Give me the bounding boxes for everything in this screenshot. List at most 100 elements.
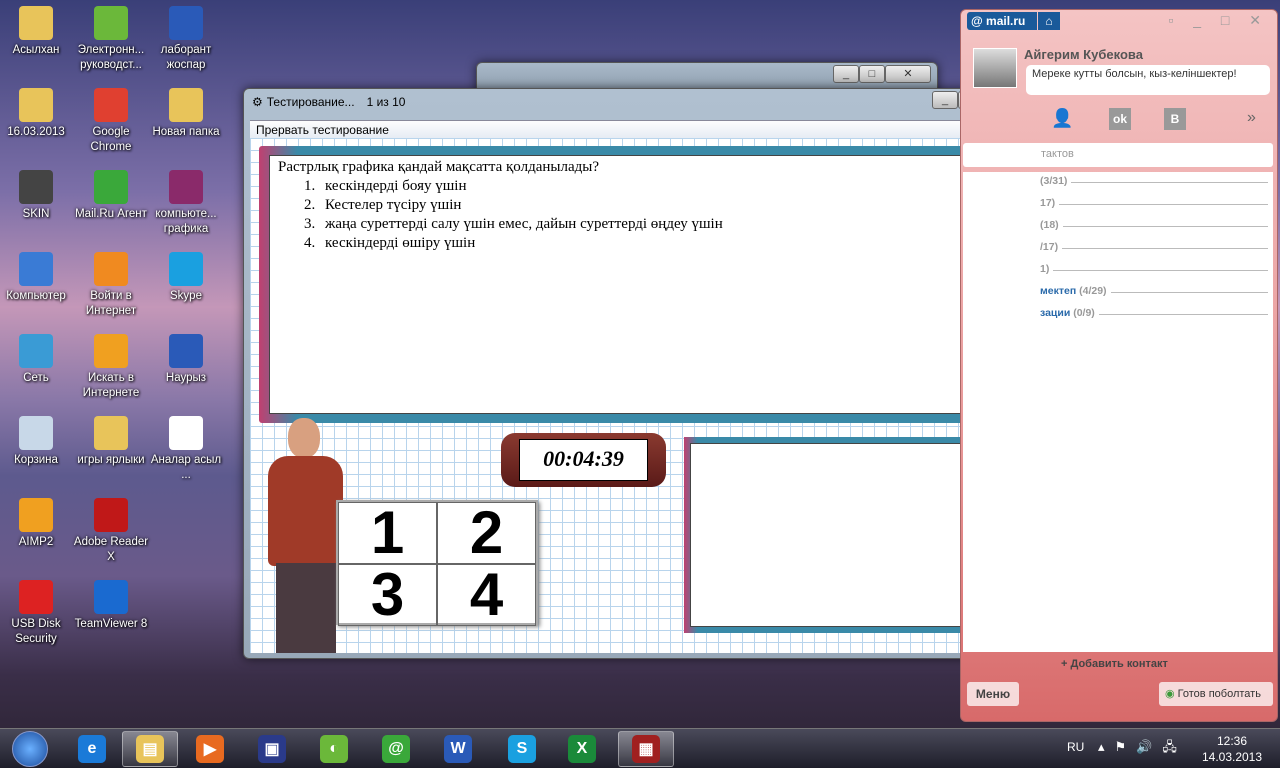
word-icon: W [444,735,472,763]
answer-option: 3. жаңа суреттерді салу үшін емес, дайын … [304,216,723,232]
menu-button[interactable]: Меню [967,682,1019,706]
status-message[interactable]: Мереке кутты болсын, кыз-келіншектер! [1026,65,1270,95]
desktop-icon[interactable]: AIMP2 [0,494,74,550]
desktop-icon[interactable]: Наурыз [148,330,224,386]
taskbar-explorer[interactable]: ▤ [122,731,178,767]
contact-group[interactable]: (3/31) [1040,175,1072,187]
desktop-icon[interactable]: Компьютер [0,248,74,304]
desktop-icon[interactable]: SKIN [0,166,74,222]
save-icon: ▣ [258,735,286,763]
group-divider [1040,226,1268,227]
home-icon[interactable]: ⌂ [1038,12,1060,30]
minimize-button[interactable]: _ [833,65,859,83]
desktop-icon-label: TeamViewer 8 [74,618,148,630]
add-contact-button[interactable]: + Добавить контакт [1061,658,1168,670]
desktop-icon[interactable]: Корзина [0,412,74,468]
desktop-icon-image [94,580,128,614]
answer-option: 2. Кестелер түсіру үшін [304,197,462,213]
desktop-icon-label: Электронн... руководст... [77,44,145,71]
taskbar-media[interactable]: ▶ [182,731,238,767]
desktop-icon[interactable]: Сеть [0,330,74,386]
test-window: ⚙ Тестирование... 1 из 10 _ □ ✕ Прервать… [243,88,1039,659]
desktop-icon[interactable]: Adobe Reader X [73,494,149,565]
status-button[interactable]: ◉ Готов поболтать [1159,682,1273,706]
internet-explorer-icon: e [78,735,106,763]
taskbar-excel[interactable]: X [554,731,610,767]
window-controls[interactable]: ▫ _ □ ✕ [1168,12,1269,29]
question-frame: Растрлық графика қандай мақсатта қолданы… [259,146,1026,423]
question-box: Растрлық графика қандай мақсатта қолданы… [269,155,1016,414]
contact-search-input[interactable]: тактов [963,143,1273,167]
tray-icons[interactable]: ▴⚑🔊🖧 [1098,738,1187,760]
start-button[interactable] [12,731,48,767]
taskbar-word[interactable]: W [430,731,486,767]
explorer-icon: ▤ [136,735,164,763]
contact-group[interactable]: /17) [1040,241,1063,253]
odnoklassniki-add-icon[interactable]: ok [1109,108,1131,130]
desktop-icon-label: Искать в Интернете [82,372,140,399]
more-icon[interactable]: » [1247,109,1256,127]
desktop-icon-label: Google Chrome [90,126,132,153]
timer-frame: 00:04:39 [501,433,666,487]
clock[interactable]: 12:36 14.03.2013 [1192,733,1272,765]
desktop-icon[interactable]: 16.03.2013 [0,84,74,140]
desktop-icon[interactable]: Google Chrome [73,84,149,155]
desktop-icon[interactable]: Войти в Интернет [73,248,149,319]
test-app-icon: ▦ [632,735,660,763]
taskbar-test-app[interactable]: ▦ [618,731,674,767]
contact-group[interactable]: 17) [1040,197,1060,209]
menu-abort-test[interactable]: Прервать тестирование [256,123,389,137]
contacts-world-icon[interactable]: 👤 [1051,108,1073,129]
desktop-icon-image [94,334,128,368]
desktop-icon-label: Компьютер [6,290,66,302]
desktop-icon-image [19,416,53,450]
contact-group[interactable]: мектеп (4/29) [1040,285,1111,297]
vkontakte-add-icon[interactable]: В [1164,108,1186,130]
question-progress: 1 из 10 [366,95,406,109]
desktop-icon-image [19,498,53,532]
desktop-icon[interactable]: игры ярлыки [73,412,149,468]
media-icon: ▶ [196,735,224,763]
timer-display: 00:04:39 [519,439,648,481]
desktop-icon-label: Adobe Reader X [73,536,149,563]
avatar[interactable] [973,48,1017,88]
desktop-icon-label: Наурыз [165,372,207,384]
desktop-icon-image [169,416,203,450]
desktop-icon[interactable]: Mail.Ru Агент [73,166,149,222]
title-bar[interactable]: ⚙ Тестирование... 1 из 10 [244,89,1038,115]
taskbar-mail-agent[interactable]: @ [368,731,424,767]
desktop-icon-image [19,580,53,614]
desktop-icon[interactable]: Искать в Интернете [73,330,149,401]
taskbar-skype[interactable]: S [494,731,550,767]
desktop-icon[interactable]: Электронн... руководст... [73,2,149,73]
maximize-button[interactable]: □ [859,65,885,83]
desktop-icon[interactable]: Асылхан [0,2,74,58]
desktop-icon[interactable]: Новая папка [148,84,224,140]
minimize-button[interactable]: _ [932,91,958,109]
desktop-icon-image [169,170,203,204]
skype-icon: S [508,735,536,763]
desktop-icon-image [169,88,203,122]
desktop-icon[interactable]: TeamViewer 8 [73,576,149,632]
desktop-icon[interactable]: USB Disk Security [0,576,74,647]
desktop-icon-label: Войти в Интернет [85,290,137,317]
contact-group[interactable]: 1) [1040,263,1054,275]
desktop-icon[interactable]: лаборант жоспар [148,2,224,73]
menu-bar: Прервать тестирование [250,120,1032,138]
mailru-logo[interactable]: @ mail.ru [967,12,1037,30]
taskbar-browser[interactable]: ◐ [306,731,362,767]
app-icon: ⚙ [252,95,263,109]
desktop-icon[interactable]: Аналар асыл ... [148,412,224,483]
desktop-icon-image [169,334,203,368]
desktop-icon[interactable]: Skype [148,248,224,304]
taskbar-save[interactable]: ▣ [244,731,300,767]
contact-group[interactable]: (18) [1040,219,1063,231]
desktop-icon-label: Асылхан [12,44,60,56]
desktop-icon-image [94,498,128,532]
contact-group[interactable]: зации (0/9) [1040,307,1099,319]
desktop-icon[interactable]: компьюте... графика [148,166,224,237]
close-button[interactable]: ✕ [885,65,931,83]
excel-icon: X [568,735,596,763]
language-indicator[interactable]: RU [1067,740,1084,754]
taskbar-internet-explorer[interactable]: e [64,731,120,767]
